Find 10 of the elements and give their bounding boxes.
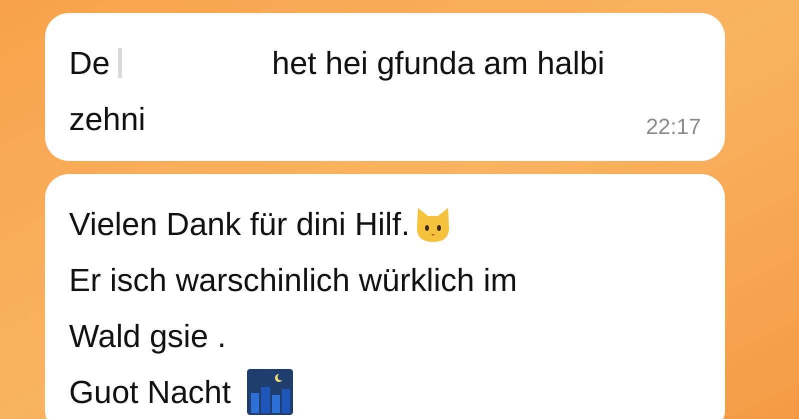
redaction-mark [118,48,122,78]
night-city-icon [246,369,293,415]
message-text: Er isch warschinlich würklich im [69,261,518,300]
message-text: het hei gfunda am halbi [272,44,605,83]
message-time: 22:17 [646,113,701,141]
message-text: De [69,44,110,83]
message-text: Wald gsie . [69,317,226,356]
message-text: Vielen Dank für dini Hilf. [69,205,410,244]
message-text: Guot Nacht [69,373,231,412]
message-text: zehni [69,100,146,139]
